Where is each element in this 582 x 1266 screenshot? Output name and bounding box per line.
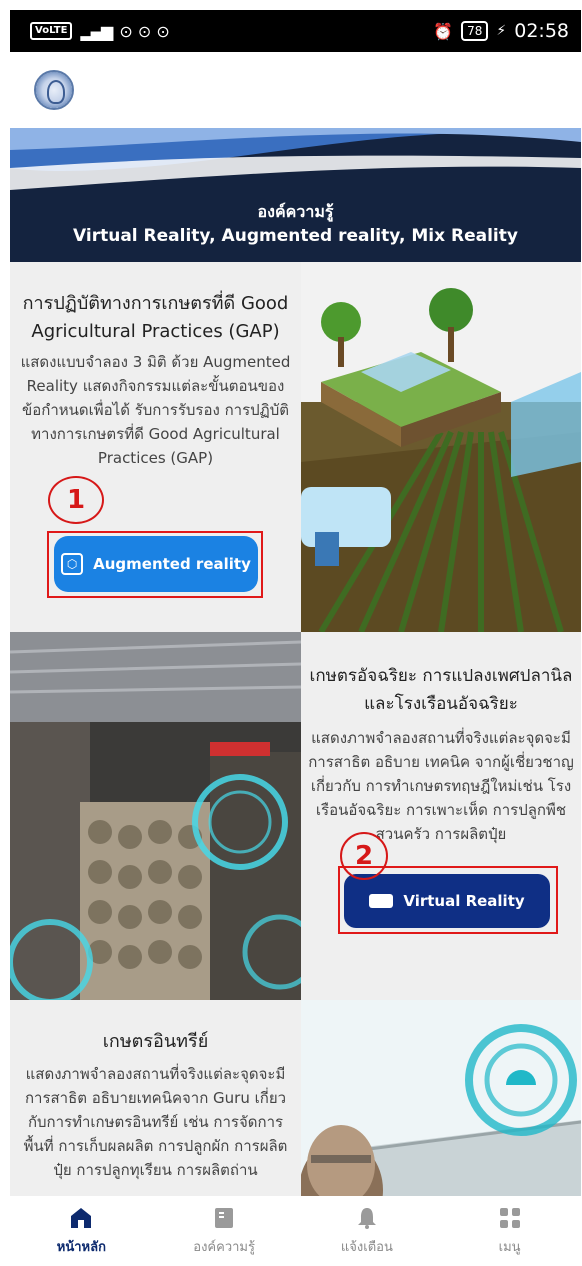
gap-farm-illustration	[301, 262, 581, 632]
grid-icon	[499, 1207, 520, 1228]
banner: องค์ความรู้ Virtual Reality, Augmented r…	[10, 128, 581, 262]
nav-notifications-label: แจ้งเตือน	[340, 1239, 393, 1255]
nav-knowledge-label: องค์ความรู้	[193, 1239, 255, 1255]
clock: 02:58	[514, 20, 569, 42]
annotation-box-1	[47, 531, 263, 598]
organic-farm-card-title: เกษตรอินทรีย์	[102, 1031, 209, 1052]
bell-icon	[357, 1207, 376, 1229]
nav-home[interactable]: หน้าหลัก	[10, 1196, 153, 1266]
notification-icons: ⊙ ⊙ ⊙	[119, 21, 170, 41]
nav-notifications[interactable]: แจ้งเตือน	[296, 1196, 439, 1266]
smart-farm-card-title: เกษตรอัจฉริยะ การแปลงเพศปลานิล และโรงเรื…	[309, 666, 573, 714]
smart-farm-card-description: แสดงภาพจำลองสถานที่จริงแต่ละจุดจะมีการสา…	[308, 729, 574, 843]
nav-menu-label: เมนู	[498, 1239, 521, 1255]
organic-farm-photo	[301, 1000, 581, 1196]
home-icon	[71, 1207, 92, 1228]
organic-farm-card-description: แสดงภาพจำลองสถานที่จริงแต่ละจุดจะมีการสา…	[23, 1065, 288, 1179]
bottom-navigation: หน้าหลัก องค์ความรู้ แจ้งเตือน เมนู	[10, 1196, 581, 1266]
nav-knowledge[interactable]: องค์ความรู้	[153, 1196, 296, 1266]
volte-badge: VoLTE	[30, 22, 73, 40]
signal-icon: ▂▄▆	[80, 21, 113, 41]
status-bar: VoLTE ▂▄▆ ⊙ ⊙ ⊙ ⏰ 78 ⚡ 02:58	[10, 10, 581, 52]
nav-home-label: หน้าหลัก	[56, 1239, 106, 1255]
gap-card-title: การปฏิบัติทางการเกษตรที่ดี Good Agricult…	[22, 293, 289, 342]
app-header	[10, 52, 581, 128]
gap-card-description: แสดงแบบจำลอง 3 มิติ ด้วย Augmented Reali…	[20, 353, 291, 467]
organization-logo[interactable]	[34, 70, 74, 110]
mushroom-house-photo	[10, 632, 301, 1000]
organic-farm-card[interactable]: เกษตรอินทรีย์ แสดงภาพจำลองสถานที่จริงแต่…	[10, 1000, 301, 1196]
nav-menu[interactable]: เมนู	[438, 1196, 581, 1266]
banner-title: องค์ความรู้	[257, 202, 334, 221]
banner-subtitle: Virtual Reality, Augmented reality, Mix …	[73, 226, 518, 246]
charging-icon: ⚡	[496, 23, 507, 39]
annotation-marker-2: 2	[340, 832, 388, 880]
smart-farm-card[interactable]: เกษตรอัจฉริยะ การแปลงเพศปลานิล และโรงเรื…	[301, 632, 581, 1000]
battery-icon: 78	[461, 21, 489, 41]
alarm-icon: ⏰	[433, 21, 454, 41]
book-icon	[215, 1207, 234, 1228]
annotation-marker-1: 1	[48, 476, 104, 524]
